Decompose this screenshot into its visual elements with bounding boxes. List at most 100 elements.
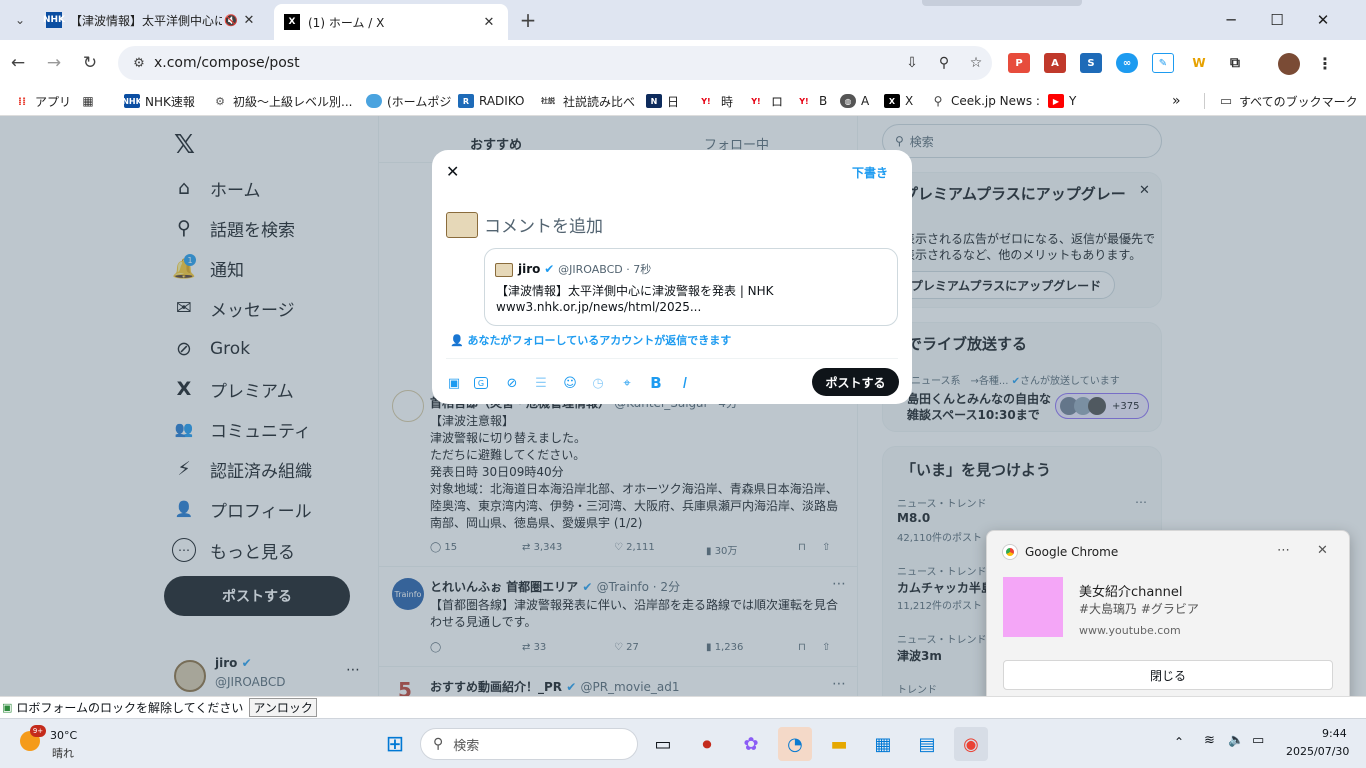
bookmark-youtube[interactable]: ▶ Y	[1048, 90, 1076, 112]
close-window-button[interactable]: ✕	[1300, 0, 1346, 40]
maximize-button[interactable]: ☐	[1254, 0, 1300, 40]
new-tab-button[interactable]: +	[512, 4, 544, 36]
bookmark-star-icon[interactable]: ☆	[960, 55, 992, 71]
bookmarks-bar: ⁞⁞ アプリ ▦ NHK NHK速報 ⚙ 初級～上級レベル別... (ホームポジ RR…	[0, 86, 1366, 116]
quoted-name: jiro	[518, 262, 541, 276]
quoted-link: www3.nhk.or.jp/news/html/2025...	[496, 300, 702, 314]
bookmark-yahoo-ro[interactable]: Y! ロ	[746, 90, 783, 112]
forward-button[interactable]: →	[38, 47, 70, 79]
roboform-bar: ▣ ロボフォームのロックを解除してください アンロック	[0, 696, 1366, 718]
close-icon[interactable]: ✕	[240, 13, 258, 28]
bold-icon[interactable]: B	[647, 374, 665, 392]
tray-chevron-icon[interactable]: ⌃	[1174, 735, 1184, 749]
notepad-icon[interactable]: ▤	[910, 727, 944, 761]
apps-icon: ⁞⁞	[14, 94, 30, 108]
image-icon[interactable]: ▣	[445, 374, 463, 392]
wifi-icon[interactable]: ≋	[1204, 733, 1215, 748]
notification-more-icon[interactable]: ⋯	[1277, 543, 1290, 558]
taskbar-search[interactable]: ⚲ 検索	[420, 728, 638, 760]
drafts-link[interactable]: 下書き	[852, 164, 888, 181]
unlock-button[interactable]: アンロック	[249, 698, 317, 717]
bookmark-label: B	[819, 94, 828, 108]
compose-post-button[interactable]: ポストする	[812, 368, 899, 396]
store-icon[interactable]: ▦	[866, 727, 900, 761]
gif-icon[interactable]: G	[474, 377, 488, 389]
bookmark-a[interactable]: ◍ A	[840, 90, 869, 112]
edge-icon[interactable]: ◔	[778, 727, 812, 761]
bookmark-shasetsu[interactable]: 社説 社説読み比べ	[538, 90, 635, 112]
location-icon[interactable]: ⌖	[618, 374, 636, 392]
bookmark-x[interactable]: XX	[884, 90, 913, 112]
composer-avatar[interactable]	[446, 212, 478, 238]
bookmark-label: NHK速報	[145, 94, 195, 109]
url-text[interactable]: x.com/compose/post	[154, 55, 896, 71]
notification-dismiss-button[interactable]: 閉じる	[1003, 660, 1333, 690]
weather-temp[interactable]: 30°C	[50, 729, 77, 742]
schedule-icon[interactable]: ◷	[589, 374, 607, 392]
close-icon[interactable]: ✕	[480, 15, 498, 30]
close-modal-icon[interactable]: ✕	[446, 162, 459, 181]
bookmark-ceek[interactable]: ⚲ Ceek.jp News :	[930, 90, 1040, 112]
extension-link-icon[interactable]: ∞	[1116, 53, 1138, 73]
zoom-icon[interactable]: ⚲	[928, 55, 960, 71]
site-info-icon[interactable]: ⚙	[124, 56, 154, 71]
bookmark-label: 社説読み比べ	[563, 94, 636, 109]
bookmark-homeposi[interactable]: (ホームポジ	[366, 90, 451, 112]
emoji-icon[interactable]: ☺	[561, 374, 579, 392]
weather-desc: 晴れ	[52, 747, 74, 760]
reply-setting[interactable]: 👤 あなたがフォローしているアカウントが返信できます	[450, 332, 731, 348]
quoted-avatar	[495, 263, 513, 277]
bookmark-nhk[interactable]: NHK NHK速報	[122, 90, 195, 112]
extension-s-icon[interactable]: S	[1080, 53, 1102, 73]
tab-label: (1) ホーム / X	[308, 15, 385, 30]
task-view-icon[interactable]: ▭	[646, 727, 680, 761]
volume-icon[interactable]: 🔈	[1228, 733, 1244, 748]
notification-close-icon[interactable]: ✕	[1317, 543, 1328, 558]
bookmark-radiko[interactable]: R RADIKO	[458, 90, 525, 112]
divider	[1204, 93, 1205, 109]
tab-search-icon[interactable]: ⌄	[4, 4, 36, 36]
tab-nhk[interactable]: NHK 【津波情報】太平洋側中心に津 🔇 ✕	[36, 0, 268, 40]
back-button[interactable]: ←	[2, 47, 34, 79]
grok-icon[interactable]: ⊘	[503, 374, 521, 392]
comment-input[interactable]: コメントを追加	[484, 212, 884, 237]
extension-acrobat-icon[interactable]: A	[1044, 53, 1066, 73]
start-windows-icon[interactable]: ⊞	[378, 727, 412, 761]
file-explorer-icon[interactable]: ▬	[822, 727, 856, 761]
chrome-taskbar-icon[interactable]: ◉	[954, 727, 988, 761]
link-icon: ⚙	[212, 94, 228, 108]
bookmark-yahoo-b[interactable]: Y! B	[794, 90, 827, 112]
bookmark-label: (ホームポジ	[387, 94, 452, 109]
clock-time[interactable]: 9:44	[1322, 727, 1347, 740]
clock-date[interactable]: 2025/07/30	[1286, 745, 1349, 758]
extension-note-icon[interactable]: ✎	[1152, 53, 1174, 73]
verified-badge-icon: ✔	[544, 262, 555, 276]
extension-w-icon[interactable]: W	[1188, 53, 1210, 73]
all-bookmarks[interactable]: ▭ すべてのブックマーク	[1218, 90, 1358, 112]
extension-pdf-icon[interactable]: P	[1008, 53, 1030, 73]
bookmark-level[interactable]: ⚙ 初級～上級レベル別...	[212, 90, 352, 112]
editorial-icon: 社説	[538, 94, 558, 108]
copilot-icon[interactable]: ✿	[734, 727, 768, 761]
roboform-message: ロボフォームのロックを解除してください	[16, 701, 244, 715]
address-bar[interactable]: ⚙ x.com/compose/post ⇩ ⚲ ☆	[118, 46, 992, 80]
extensions-puzzle-icon[interactable]: ⧉	[1224, 53, 1246, 73]
tab-x-home[interactable]: X (1) ホーム / X ✕	[274, 4, 508, 40]
bookmark-yahoo-ji[interactable]: Y! 時	[696, 90, 733, 112]
bookmark-grid[interactable]: ▦	[80, 90, 101, 112]
bookmark-nikkei[interactable]: N日	[646, 90, 679, 112]
record-icon[interactable]: ⏺	[690, 727, 724, 761]
bookmark-apps[interactable]: ⁞⁞ アプリ	[14, 90, 71, 112]
battery-icon[interactable]: ▭	[1252, 733, 1264, 748]
italic-icon[interactable]: I	[676, 374, 694, 392]
more-bookmarks-chevron-icon[interactable]: »	[1172, 90, 1181, 112]
compose-modal: ✕ 下書き コメントを追加 jiro ✔ @JIROABCD · 7秒 【津波情…	[432, 150, 912, 404]
nhk-favicon-icon: NHK	[43, 12, 65, 28]
reload-button[interactable]: ↻	[74, 47, 106, 79]
poll-icon[interactable]: ☰	[532, 374, 550, 392]
profile-avatar-icon[interactable]	[1278, 53, 1300, 75]
menu-kebab-icon[interactable]: ⋮	[1314, 53, 1336, 73]
minimize-button[interactable]: ─	[1208, 0, 1254, 40]
install-app-icon[interactable]: ⇩	[896, 55, 928, 71]
muted-speaker-icon[interactable]: 🔇	[222, 14, 240, 27]
